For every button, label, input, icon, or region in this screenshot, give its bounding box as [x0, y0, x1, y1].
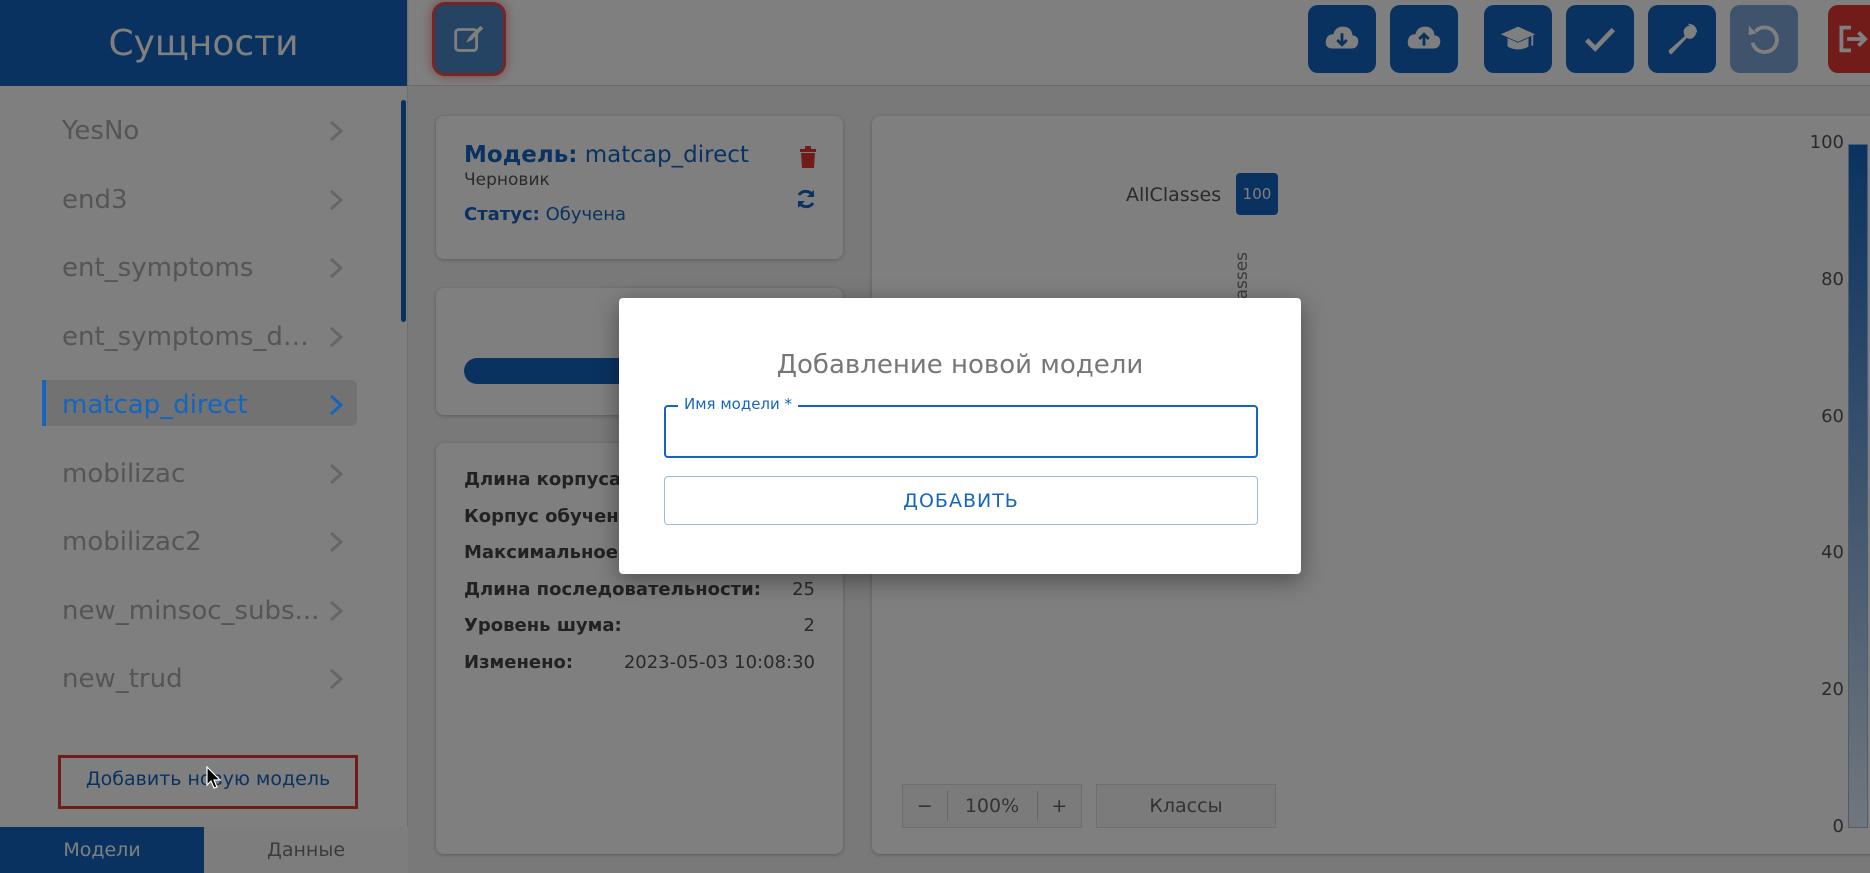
chevron-right-icon	[329, 326, 344, 347]
model-name-field-label: Имя модели *	[678, 395, 799, 413]
chevron-right-icon	[329, 121, 344, 142]
mouse-cursor-icon	[206, 766, 222, 789]
sidebar-item-label: end3	[62, 184, 128, 215]
chevron-right-icon	[329, 258, 344, 279]
chevron-right-icon	[329, 532, 344, 553]
chevron-right-icon	[329, 463, 344, 484]
sidebar-item-label: ent_symptoms	[62, 253, 254, 284]
chevron-right-icon	[329, 669, 344, 690]
chevron-right-icon	[329, 600, 344, 621]
sidebar-item-label: new_minsoc_subs...	[62, 595, 320, 626]
dialog-title: Добавление новой модели	[776, 350, 1144, 380]
chevron-right-icon	[329, 189, 344, 210]
sidebar-item-label: mobilizac2	[62, 527, 202, 558]
add-button[interactable]: ДОБАВИТЬ	[664, 476, 1258, 525]
sidebar-item-label: new_trud	[62, 664, 183, 695]
sidebar-item-label: mobilizac	[62, 458, 186, 489]
add-model-dialog: Добавление новой модели Имя модели * ДОБ…	[619, 298, 1301, 574]
chevron-right-icon	[329, 395, 344, 416]
sidebar-item-label: YesNo	[62, 116, 140, 147]
sidebar-item-label: ent_symptoms_de...	[62, 321, 322, 352]
model-name-input[interactable]	[678, 417, 1238, 447]
model-name-field[interactable]: Имя модели *	[664, 395, 1258, 458]
sidebar-item-label: matcap_direct	[62, 390, 248, 421]
